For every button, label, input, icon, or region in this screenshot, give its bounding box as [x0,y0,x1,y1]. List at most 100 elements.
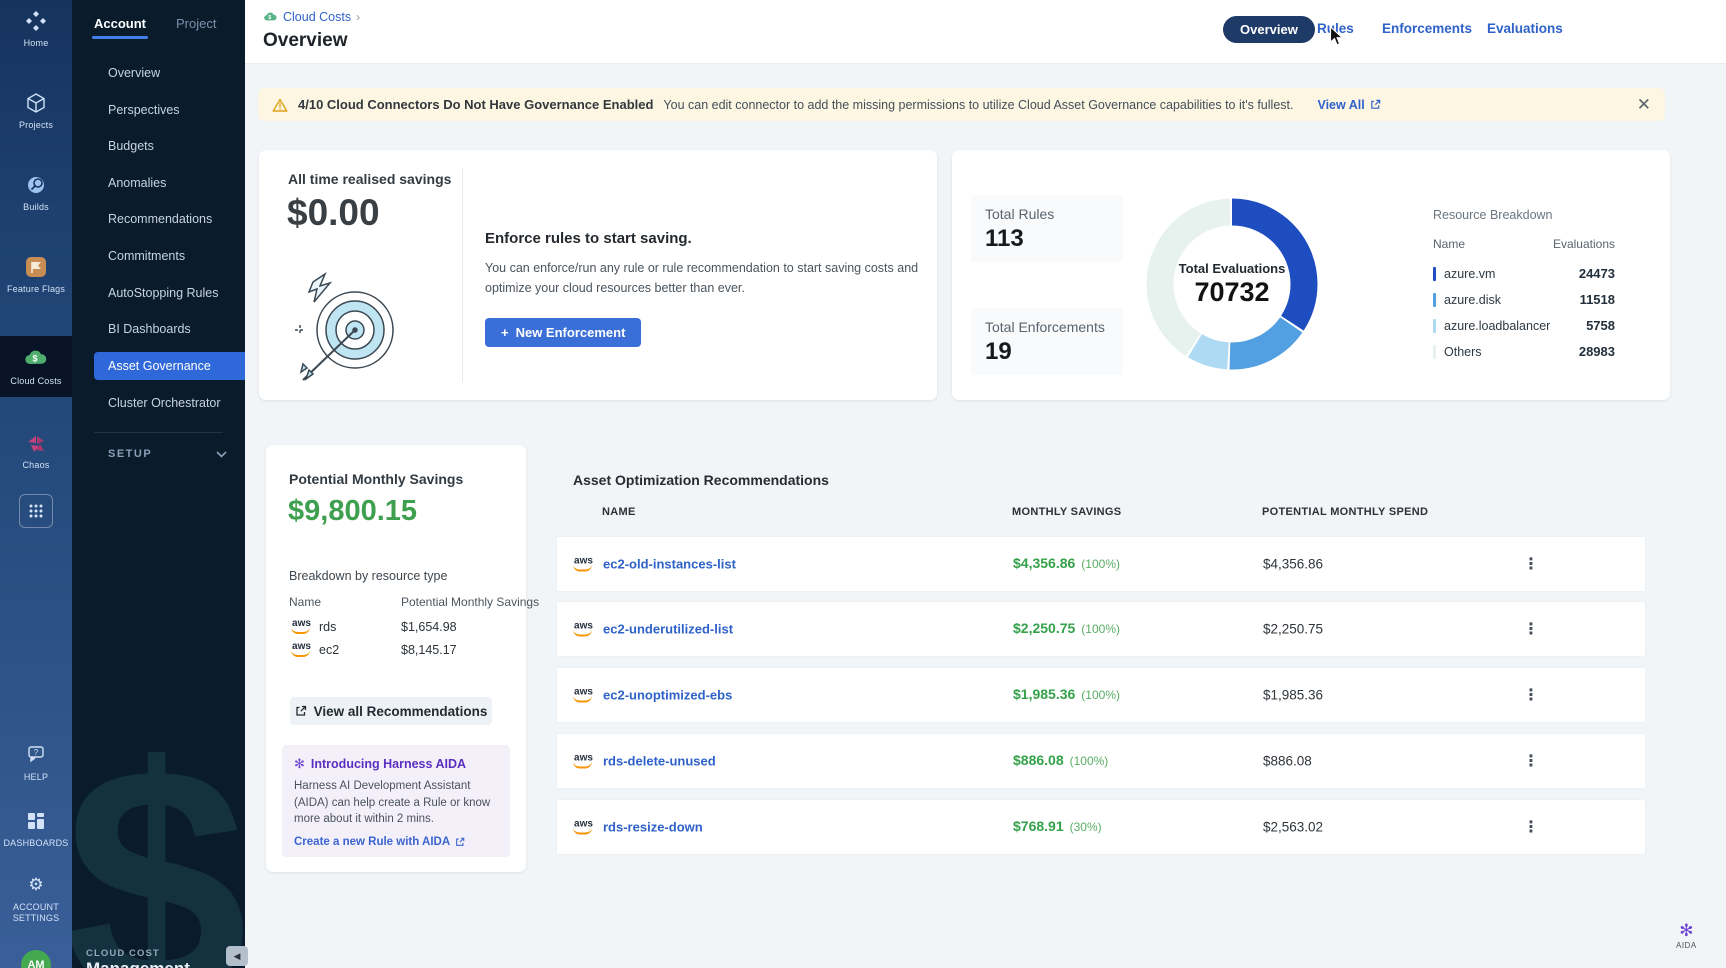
module-footer-line2: Management [86,959,190,968]
rail-item-chaos[interactable]: Chaos [0,430,72,471]
rail-item-projects[interactable]: Projects [0,90,72,131]
cloud-costs-icon: $ [24,346,48,372]
kebab-menu-icon[interactable]: ⋮ [1523,554,1539,574]
sidebar-setup-toggle[interactable]: SETUP [108,448,227,460]
rail-item-dashboards[interactable]: DASHBOARDS [0,808,72,849]
recommendations-title: Asset Optimization Recommendations [573,472,829,488]
cloud-costs-sidebar: $ Account Project Overview Perspectives … [72,0,245,968]
recommendation-row: aws rds-resize-down $768.91(30%) $2,563.… [556,799,1646,855]
savings-percent: (100%) [1081,557,1120,571]
recommendation-link[interactable]: ec2-underutilized-list [603,622,733,637]
banner-title: 4/10 Cloud Connectors Do Not Have Govern… [298,97,653,112]
sidebar-item-asset-governance[interactable]: Asset Governance [94,352,245,380]
aida-flower-icon: ✻ [1679,922,1693,939]
enforce-rules-title: Enforce rules to start saving. [485,230,945,247]
recommendation-link[interactable]: rds-delete-unused [603,754,716,769]
aida-flower-icon: ✻ [294,756,305,772]
breakdown-row-ec2: aws ec2 $8,145.17 [289,641,339,658]
sidebar-item-cluster-orchestrator[interactable]: Cluster Orchestrator [72,390,245,416]
kebab-menu-icon[interactable]: ⋮ [1523,619,1539,639]
recommendation-link[interactable]: ec2-unoptimized-ebs [603,688,732,703]
tab-overview[interactable]: Overview [1223,16,1315,43]
resource-value: 28983 [1579,344,1615,359]
aida-fab-button[interactable]: ✻ AIDA [1676,922,1697,950]
savings-percent: (100%) [1081,622,1120,636]
breakdown-by-type-title: Breakdown by resource type [289,569,447,583]
aws-icon: aws [289,618,314,635]
sidebar-item-commitments[interactable]: Commitments [72,243,245,269]
potential-savings-amount: $9,800.15 [288,495,417,528]
scope-tab-account[interactable]: Account [94,16,146,31]
sidebar-item-bi-dashboards[interactable]: BI Dashboards [72,316,245,342]
rail-item-home[interactable]: Home [0,8,72,49]
sidebar-item-autostopping-rules[interactable]: AutoStopping Rules [72,280,245,306]
create-rule-with-aida-link[interactable]: Create a new Rule with AIDA [294,836,498,848]
recommendation-link[interactable]: ec2-old-instances-list [603,557,736,572]
banner-close-icon[interactable]: ✕ [1637,96,1651,113]
svg-text:?: ? [34,748,39,757]
scope-tab-project[interactable]: Project [176,16,216,31]
resource-value: 24473 [1579,266,1615,281]
external-link-icon [455,837,465,847]
user-avatar[interactable]: AM [21,950,51,968]
recommendation-link[interactable]: rds-resize-down [603,820,703,835]
sidebar-item-budgets[interactable]: Budgets [72,133,245,159]
kebab-menu-icon[interactable]: ⋮ [1523,685,1539,705]
sidebar-item-anomalies[interactable]: Anomalies [72,170,245,196]
breakdown-row: azure.loadbalancer 5758 [1433,313,1615,338]
resource-savings: $8,145.17 [401,643,457,657]
breakdown-row: azure.vm 24473 [1433,261,1615,286]
resource-type: rds [319,620,336,634]
rail-item-builds[interactable]: Builds [0,172,72,213]
chevron-down-icon [216,451,227,458]
aws-icon: aws [571,687,596,704]
potential-spend: $2,563.02 [1263,820,1323,835]
tab-enforcements[interactable]: Enforcements [1382,21,1472,36]
recommendation-row: aws ec2-unoptimized-ebs $1,985.36(100%) … [556,667,1646,723]
realised-savings-card: All time realised savings $0.00 Enforce … [259,150,937,400]
rail-label: ACCOUNT SETTINGS [5,902,67,924]
breakdown-table-header: Name Potential Monthly Savings [289,595,321,609]
rail-label: HELP [24,772,48,783]
rail-label: Builds [23,202,49,213]
col-name: Name [289,595,321,609]
plus-icon: + [501,325,509,340]
total-enforcements-value: 19 [985,338,1109,366]
potential-spend: $4,356.86 [1263,557,1323,572]
total-enforcements-label: Total Enforcements [985,319,1109,335]
col-name: Name [1433,237,1465,251]
aida-promo-body: Harness AI Development Assistant (AIDA) … [294,778,498,828]
new-enforcement-button[interactable]: + New Enforcement [485,318,641,347]
banner-view-all-link[interactable]: View All [1317,98,1380,112]
aida-link-label: Create a new Rule with AIDA [294,836,450,848]
rail-item-feature-flags[interactable]: Feature Flags [0,254,72,295]
total-rules-value: 113 [985,225,1109,253]
monthly-savings: $886.08 [1013,752,1064,768]
module-footer-line1: CLOUD COST [86,948,160,959]
sidebar-item-perspectives[interactable]: Perspectives [72,97,245,123]
kebab-menu-icon[interactable]: ⋮ [1523,817,1539,837]
tab-rules[interactable]: Rules [1317,21,1354,36]
monthly-savings: $768.91 [1013,818,1064,834]
resource-name: azure.vm [1444,267,1579,281]
rail-item-account-settings[interactable]: ⚙ ACCOUNT SETTINGS [0,872,72,924]
legend-swatch [1433,345,1436,359]
active-tab-underline [92,36,148,39]
tab-evaluations[interactable]: Evaluations [1487,21,1563,36]
projects-cube-icon [25,90,47,116]
rail-item-help[interactable]: ? HELP [0,742,72,783]
sidebar-item-recommendations[interactable]: Recommendations [72,206,245,232]
sidebar-item-overview[interactable]: Overview [72,60,245,86]
rail-item-cloud-costs[interactable]: $ Cloud Costs [0,336,72,397]
aws-icon: aws [571,819,596,836]
apps-grid-icon [19,494,53,528]
realised-savings-amount: $0.00 [287,192,380,234]
governance-stats-card: Total Rules 113 Total Enforcements 19 To… [952,150,1670,400]
col-header-monthly-savings: MONTHLY SAVINGS [1012,506,1121,518]
potential-spend: $2,250.75 [1263,622,1323,637]
sidebar-collapse-handle[interactable]: ◀ [226,946,248,966]
kebab-menu-icon[interactable]: ⋮ [1523,751,1539,771]
recommendation-row: aws rds-delete-unused $886.08(100%) $886… [556,733,1646,789]
view-all-recommendations-button[interactable]: View all Recommendations [290,697,492,725]
rail-item-module-picker[interactable] [0,494,72,528]
